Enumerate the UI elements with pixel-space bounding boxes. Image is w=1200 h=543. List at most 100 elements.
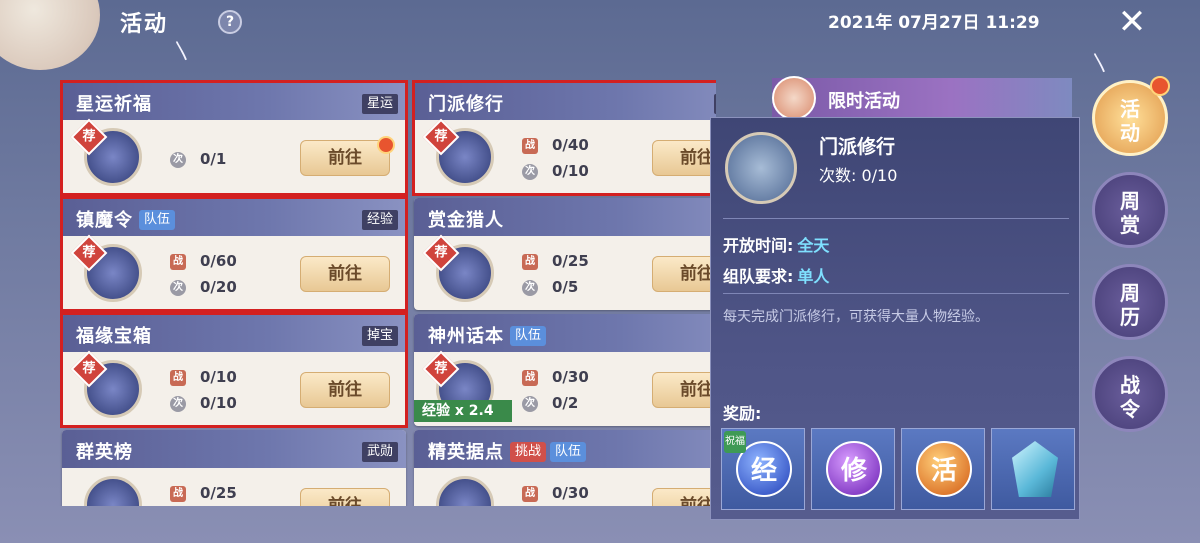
activity-card[interactable]: 神州话本 队伍 荐经验 x 2.4 战 0/30 次 0/2 前往: [414, 314, 716, 426]
activity-card[interactable]: 群英榜 武勋 战 0/25 前往: [62, 430, 406, 506]
activity-card-body: 荐战 0/40 次 0/10 前往: [414, 118, 716, 194]
popup-activity-name: 门派修行: [819, 136, 896, 158]
exp-multiplier-badge: 经验 x 2.4: [414, 400, 512, 422]
top-bar: 活动 ? 2021年 07月27日 11:29 ✕: [0, 0, 1200, 44]
reward-item[interactable]: [991, 428, 1075, 510]
team-requirement-label: 组队要求:: [723, 267, 794, 286]
activity-card-body: 战 0/30 前往: [414, 468, 716, 506]
activity-card[interactable]: 赏金猎人 荐战 0/25 次 0/5 前往: [414, 198, 716, 310]
activity-card[interactable]: 门派修行 经验 荐战0/40次0/10 前往: [414, 82, 716, 194]
times-icon: 次: [522, 163, 538, 180]
go-button[interactable]: 前往: [652, 372, 716, 408]
battle-icon: 战: [170, 485, 186, 502]
times-progress: 次 0/1: [170, 150, 226, 168]
activity-title: 精英据点: [428, 442, 504, 463]
activity-type-tag: 武勋: [361, 442, 398, 462]
limited-activity-icon: [772, 76, 816, 120]
go-button[interactable]: 前往: [300, 256, 390, 292]
go-button[interactable]: 前往: [652, 488, 716, 506]
activity-card-header: 镇魔令 队伍 经验: [62, 198, 406, 236]
divider: [723, 293, 1069, 294]
page-title: 活动: [120, 12, 169, 37]
activity-list[interactable]: 星运祈福 星运 荐次0/1 前往 门派修行 经验 荐战0/40次0/10 前往 …: [58, 78, 716, 506]
activity-card[interactable]: 精英据点 挑战 队伍 战 0/30 前往: [414, 430, 716, 506]
activity-detail-popup: 门派修行 次数: 0/10 开放时间: 全天 组队要求: 单人 每天完成门派修行，可…: [710, 117, 1080, 520]
battle-icon: 战: [522, 137, 538, 154]
activity-title: 神州话本: [428, 326, 504, 347]
sidebar-tab-label: 战令: [1120, 373, 1140, 421]
activity-card-body: 荐经验 x 2.4 战 0/30 次 0/2 前往: [414, 350, 716, 426]
open-time-label: 开放时间:: [723, 236, 794, 255]
activity-card-header: 门派修行 经验: [414, 82, 716, 120]
close-icon[interactable]: ✕: [1112, 4, 1152, 40]
activity-title: 镇魔令: [76, 210, 133, 231]
battle-progress: 战 0/25: [522, 252, 589, 270]
limited-activity-tab[interactable]: 限时活动: [772, 76, 1072, 120]
times-progress: 次 0/2: [522, 394, 578, 412]
popup-count: 次数: 0/10: [819, 166, 898, 185]
sidebar-tab-label: 周赏: [1120, 189, 1140, 237]
reward-item[interactable]: 修: [811, 428, 895, 510]
activity-card-header: 福缘宝箱 掉宝: [62, 314, 406, 352]
crystal-icon: [1012, 441, 1058, 497]
activity-title: 群英榜: [76, 442, 133, 463]
reward-item[interactable]: 经祝福: [721, 428, 805, 510]
activity-title: 星运祈福: [76, 94, 152, 115]
go-button[interactable]: 前往: [652, 140, 716, 176]
activity-tag: 队伍: [510, 326, 547, 346]
datetime: 2021年 07月27日 11:29: [828, 13, 1040, 33]
activity-card-body: 荐战 0/10 次 0/10 前往: [62, 350, 406, 426]
popup-description: 每天完成门派修行，可获得大量人物经验。: [723, 309, 989, 325]
activity-card[interactable]: 福缘宝箱 掉宝 荐战 0/10 次 0/10 前往: [62, 314, 406, 426]
activity-title: 门派修行: [428, 94, 504, 115]
activity-card-header: 群英榜 武勋: [62, 430, 406, 468]
battle-progress: 战 0/25: [170, 484, 237, 502]
team-requirement-value: 单人: [797, 267, 830, 286]
sidebar-tab-label: 周历: [1120, 281, 1140, 329]
notification-dot: [1150, 76, 1170, 96]
activity-card-header: 赏金猎人: [414, 198, 716, 236]
go-button[interactable]: 前往: [300, 372, 390, 408]
battle-progress: 战 0/10: [170, 368, 237, 386]
activity-card-body: 战 0/25 前往: [62, 468, 406, 506]
activity-avatar: [725, 132, 797, 204]
crane-icon: 〵: [1090, 52, 1110, 76]
battle-progress: 战 0/60: [170, 252, 237, 270]
sidebar-tab[interactable]: 战令: [1092, 356, 1168, 432]
activity-card[interactable]: 镇魔令 队伍 经验 荐战 0/60 次 0/20 前往: [62, 198, 406, 310]
activity-card-body: 荐战 0/25 次 0/5 前往: [414, 234, 716, 310]
activity-title: 赏金猎人: [428, 210, 504, 231]
activity-card-body: 荐战 0/60 次 0/20 前往: [62, 234, 406, 310]
activity-type-tag: 经验: [713, 94, 716, 114]
times-icon: 次: [522, 395, 538, 412]
activity-tag: 队伍: [550, 442, 587, 462]
reward-orb-icon: 修: [826, 441, 882, 497]
blessing-badge: 祝福: [724, 431, 746, 453]
times-icon: 次: [170, 151, 186, 168]
battle-icon: 战: [170, 369, 186, 386]
sidebar-tab-label: 活动: [1120, 97, 1140, 145]
activity-type-tag: 星运: [361, 94, 398, 114]
battle-progress: 战 0/30: [522, 484, 589, 502]
reward-orb-icon: 活: [916, 441, 972, 497]
activity-tag: 挑战: [510, 442, 547, 462]
team-requirement-row: 组队要求: 单人: [723, 263, 829, 287]
go-button[interactable]: 前往: [300, 488, 390, 506]
help-icon[interactable]: ?: [218, 10, 242, 34]
activity-tag: 队伍: [139, 210, 176, 230]
activity-type-tag: 经验: [361, 210, 398, 230]
go-button[interactable]: 前往: [652, 256, 716, 292]
sidebar-tab[interactable]: 周历: [1092, 264, 1168, 340]
times-progress: 次 0/10: [170, 394, 237, 412]
battle-icon: 战: [522, 485, 538, 502]
activity-card[interactable]: 星运祈福 星运 荐次 0/1 前往: [62, 82, 406, 194]
open-time-value: 全天: [797, 236, 830, 255]
notification-dot: [377, 136, 395, 154]
sidebar-tab[interactable]: 周赏: [1092, 172, 1168, 248]
activity-card-header: 精英据点 挑战 队伍: [414, 430, 716, 468]
reward-item[interactable]: 活: [901, 428, 985, 510]
activity-avatar: [436, 476, 494, 506]
battle-icon: 战: [522, 253, 538, 270]
times-icon: 次: [170, 395, 186, 412]
activity-card-header: 神州话本 队伍: [414, 314, 716, 352]
